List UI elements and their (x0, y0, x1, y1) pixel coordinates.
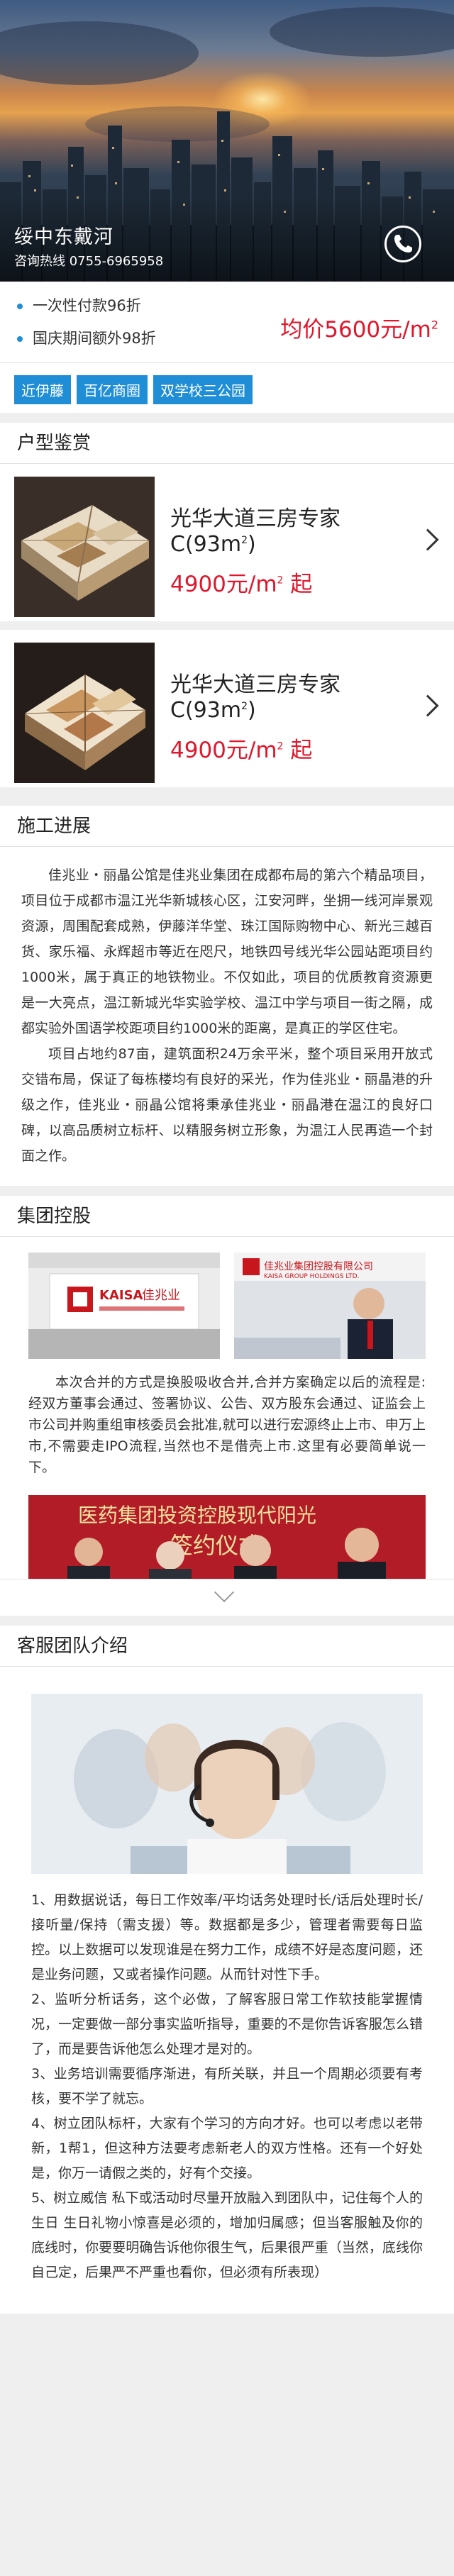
call-button[interactable] (384, 226, 421, 262)
svg-text:KAISA GROUP HOLDINGS LTD.: KAISA GROUP HOLDINGS LTD. (264, 1273, 359, 1280)
section-title: 客服团队介绍 (0, 1626, 454, 1667)
section-title: 集团控股 (0, 1196, 454, 1237)
team-text: 1、用数据说话，每日工作效率/平均话务处理时长/话后处理时长/接听量/保持（需支… (0, 1874, 454, 2314)
chevron-down-icon (214, 1582, 235, 1603)
signing-ceremony-image: 医药集团投资控股现代阳光 签约仪式 (28, 1495, 426, 1579)
svg-text:佳兆业: 佳兆业 (142, 1288, 180, 1303)
group-text: 本次合并的方式是换股吸收合并,合并方案确定以后的流程是:经双方董事会通过、签署协… (28, 1375, 426, 1475)
chevron-right-icon (416, 694, 439, 717)
team-section: 客服团队介绍 1、用数据说话，每日工作效率/平均话务处理时长/话后处理时长/接听… (0, 1626, 454, 2314)
floorplan-image (14, 477, 155, 617)
promo-item: 一次性付款96折 (17, 294, 141, 316)
company-logo-wall-image: KAISA 佳兆业 (28, 1253, 220, 1359)
tag: 百亿商圈 (77, 375, 148, 404)
average-price: 均价5600元/m2 (280, 317, 438, 343)
unit-name: 光华大道三房专家 (170, 506, 340, 531)
section-title: 施工进展 (0, 806, 454, 847)
unit-price: 4900元/m2 起 (170, 572, 313, 597)
unit-area: C(93m2) (170, 532, 256, 557)
hero-banner: 绥中东戴河 咨询热线 0755-6965958 (0, 0, 454, 282)
progress-text: 佳兆业・丽晶公馆是佳兆业集团在成都布局的第六个精品项目，项目位于成都市温江光华新… (21, 867, 433, 1164)
unit-name: 光华大道三房专家 (170, 672, 340, 697)
hotline-text: 咨询热线 0755-6965958 (14, 254, 164, 269)
team-paragraph: 1、用数据说话，每日工作效率/平均话务处理时长/话后处理时长/接听量/保持（需支… (31, 1892, 423, 1982)
team-paragraph: 5、树立威信 私下或活动时尽量开放融入到团队中，记住每个人的生日 生日礼物小惊喜… (31, 2190, 423, 2280)
tag: 近伊藤 (14, 375, 71, 404)
cloud (270, 7, 454, 57)
expand-toggle[interactable] (0, 1579, 454, 1616)
chevron-right-icon (416, 528, 439, 551)
section-title: 户型鉴赏 (0, 423, 454, 464)
floorplan-section: 户型鉴赏 光华大道三房专家 C(93m2) 4900元/m2 起 光华大道三房专… (0, 423, 454, 796)
group-chairman-image: 佳兆业集团控股有限公司 KAISA GROUP HOLDINGS LTD. (234, 1253, 426, 1359)
phone-icon (394, 235, 412, 252)
unit-price: 4900元/m2 起 (170, 738, 313, 763)
promo-item: 国庆期间额外98折 (17, 327, 156, 348)
customer-service-team-image (31, 1694, 423, 1874)
feature-tags: 近伊藤 百亿商圈 双学校三公园 (0, 363, 454, 413)
svg-text:医药集团投资控股现代阳光: 医药集团投资控股现代阳光 (78, 1504, 316, 1527)
progress-section: 施工进展 佳兆业・丽晶公馆是佳兆业集团在成都布局的第六个精品项目，项目位于成都市… (0, 806, 454, 1186)
unit-area: C(93m2) (170, 698, 256, 723)
unit-card[interactable]: 光华大道三房专家 C(93m2) 4900元/m2 起 (0, 464, 454, 630)
banner-text: 佳兆业集团控股有限公司 (264, 1260, 373, 1272)
project-title: 绥中东戴河 (14, 226, 114, 248)
bullet-dot-icon (17, 304, 23, 309)
bullet-dot-icon (17, 336, 23, 342)
logo-text: KAISA (99, 1288, 143, 1303)
group-section: 集团控股 KAISA 佳兆业 佳兆业集团控股有限公司 KAISA GROUP H… (0, 1196, 454, 1616)
price-info: 一次性付款96折 国庆期间额外98折 均价5600元/m2 (0, 282, 454, 363)
team-paragraph: 2、监听分析话务，这个必做，了解客服日常工作软技能掌握情况，一定要做一部分事实监… (31, 1992, 423, 2057)
tag: 双学校三公园 (153, 375, 253, 404)
cloud (0, 21, 199, 85)
team-paragraph: 3、业务培训需要循序渐进，有所关联，并且一个周期必须要有考核，要不学了就忘。 (31, 2066, 423, 2106)
unit-card[interactable]: 光华大道三房专家 C(93m2) 4900元/m2 起 (0, 630, 454, 796)
floorplan-image (14, 643, 155, 783)
team-paragraph: 4、树立团队标杆，大家有个学习的方向才好。也可以考虑以老带新，1帮1，但这种方法… (31, 2116, 423, 2181)
